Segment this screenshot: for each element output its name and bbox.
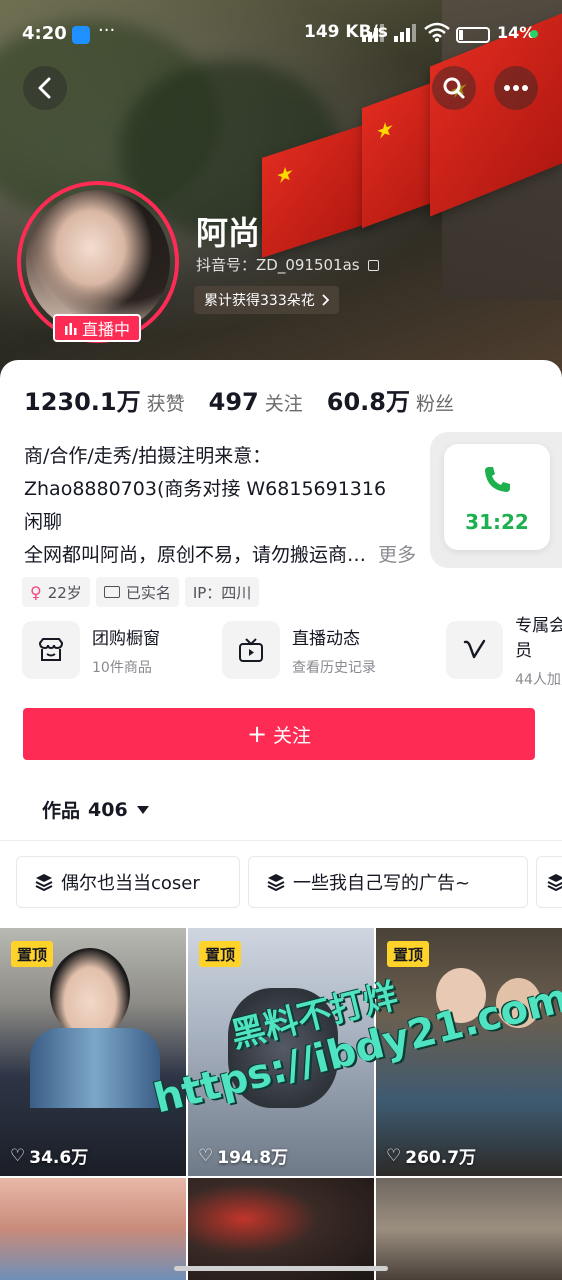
- profile-name: 阿尚: [196, 214, 261, 252]
- bio-line-text: 全网都叫阿尚，原创不易，请勿搬运商…: [24, 544, 367, 566]
- back-button[interactable]: [23, 66, 67, 110]
- bio-more-link[interactable]: 更多: [378, 544, 416, 566]
- chevron-right-icon: [322, 294, 329, 306]
- following-label[interactable]: 关注: [265, 389, 303, 416]
- video-likes-count: 194.8万: [217, 1148, 289, 1168]
- entry-live-history[interactable]: 直播动态 查看历史记录: [222, 620, 376, 680]
- flowers-badge[interactable]: 累计获得333朵花: [194, 286, 339, 314]
- video-thumb[interactable]: [0, 1178, 186, 1280]
- more-dots-icon: [504, 85, 528, 91]
- more-button[interactable]: [494, 66, 538, 110]
- entry-membership[interactable]: 专属会员 44人加入: [446, 616, 562, 688]
- pinned-badge: 置顶: [11, 941, 54, 967]
- tab-works-count: 406: [88, 798, 128, 821]
- video-thumb[interactable]: [188, 1178, 374, 1280]
- collection-chip[interactable]: 一些我自己写的广告~: [248, 856, 528, 908]
- plus-icon: +: [246, 720, 268, 748]
- video-likes-count: 260.7万: [405, 1148, 477, 1168]
- signal-icon: [362, 24, 386, 42]
- id-card-icon: [103, 586, 120, 598]
- search-icon: [443, 77, 465, 99]
- live-badge-label: 直播中: [81, 320, 130, 339]
- collection-chip[interactable]: 偶尔也当当coser: [16, 856, 240, 908]
- douyin-id-text: 抖音号：ZD_091501as: [196, 256, 360, 274]
- call-float-widget[interactable]: 31:22: [430, 432, 562, 568]
- signal-icon: [394, 24, 418, 42]
- video-likes: ♡ 34.6万: [10, 1143, 89, 1169]
- entry-member-sub: 44人加入: [515, 672, 562, 688]
- layers-icon: [547, 874, 562, 891]
- ip-tag: IP：四川: [184, 577, 260, 607]
- douyin-id[interactable]: 抖音号：ZD_091501as: [196, 254, 380, 275]
- status-time: 4:20: [22, 23, 67, 44]
- collection-label: 一些我自己写的广告~: [293, 873, 471, 894]
- charging-dot: [530, 30, 538, 38]
- shop-icon: [22, 621, 80, 679]
- video-likes-count: 34.6万: [29, 1148, 89, 1168]
- copy-icon: [368, 260, 380, 271]
- age-tag-label: 22岁: [47, 583, 82, 602]
- heart-icon: ♡: [386, 1145, 402, 1166]
- pinned-badge: 置顶: [387, 941, 430, 967]
- verified-tag: 已实名: [95, 577, 179, 607]
- profile-tags: ♀ 22岁 已实名 IP：四川: [22, 577, 260, 607]
- call-timer: 31:22: [465, 510, 529, 534]
- phone-icon: [485, 467, 510, 492]
- followers-count[interactable]: 60.8万: [327, 382, 410, 417]
- verified-tag-label: 已实名: [125, 583, 171, 602]
- tv-icon: [222, 621, 280, 679]
- follow-button-label: 关注: [273, 724, 312, 747]
- entry-live-sub: 查看历史记录: [292, 659, 376, 676]
- collection-chip[interactable]: [536, 856, 562, 908]
- entry-shop-title: 团购橱窗: [92, 628, 160, 649]
- home-indicator[interactable]: [174, 1266, 388, 1271]
- profile-stats: 1230.1万 获赞 497 关注 60.8万 粉丝: [24, 382, 478, 417]
- pinned-badge: 置顶: [199, 941, 242, 967]
- battery-icon: [456, 27, 490, 43]
- layers-icon: [35, 874, 53, 891]
- video-likes: ♡ 260.7万: [386, 1143, 477, 1169]
- app-notification-icon: [72, 26, 90, 44]
- caret-down-icon: [136, 805, 149, 814]
- call-widget-inner: 31:22: [444, 444, 550, 550]
- more-notifications: ···: [98, 20, 116, 41]
- followers-label[interactable]: 粉丝: [416, 389, 454, 416]
- heart-icon: ♡: [198, 1145, 214, 1166]
- v-icon: [446, 621, 504, 679]
- tab-works[interactable]: 作品 406: [42, 796, 150, 823]
- divider: [0, 840, 562, 841]
- age-tag: ♀ 22岁: [22, 577, 90, 607]
- search-button[interactable]: [432, 66, 476, 110]
- tab-works-label: 作品: [42, 800, 81, 822]
- likes-label: 获赞: [146, 393, 185, 415]
- entry-live-title: 直播动态: [292, 628, 360, 649]
- following-count[interactable]: 497: [209, 388, 259, 416]
- status-bar: 4:20 ··· 149 KB/s 14%: [0, 18, 562, 50]
- profile-entries: 团购橱窗 10件商品 直播动态 查看历史记录 专属会员 44人加入: [22, 616, 562, 688]
- live-bars-icon: [64, 323, 77, 335]
- entry-shop[interactable]: 团购橱窗 10件商品: [22, 620, 160, 680]
- ip-tag-label: IP：四川: [192, 583, 252, 602]
- wifi-icon: [424, 22, 450, 47]
- entry-member-title: 专属会员: [515, 616, 562, 661]
- likes-count: 1230.1万: [24, 388, 141, 416]
- female-icon: ♀: [30, 582, 42, 602]
- live-badge[interactable]: 直播中: [53, 314, 141, 342]
- avatar-image: [26, 190, 170, 334]
- video-thumb[interactable]: [376, 1178, 562, 1280]
- video-likes: ♡ 194.8万: [198, 1143, 289, 1169]
- chevron-left-icon: [38, 77, 51, 99]
- collection-label: 偶尔也当当coser: [61, 873, 200, 894]
- entry-shop-sub: 10件商品: [92, 659, 152, 676]
- follow-button[interactable]: + 关注: [23, 708, 535, 760]
- collections-row: 偶尔也当当coser 一些我自己写的广告~: [16, 856, 562, 910]
- heart-icon: ♡: [10, 1145, 26, 1166]
- layers-icon: [267, 874, 285, 891]
- flowers-text: 累计获得333朵花: [204, 293, 315, 309]
